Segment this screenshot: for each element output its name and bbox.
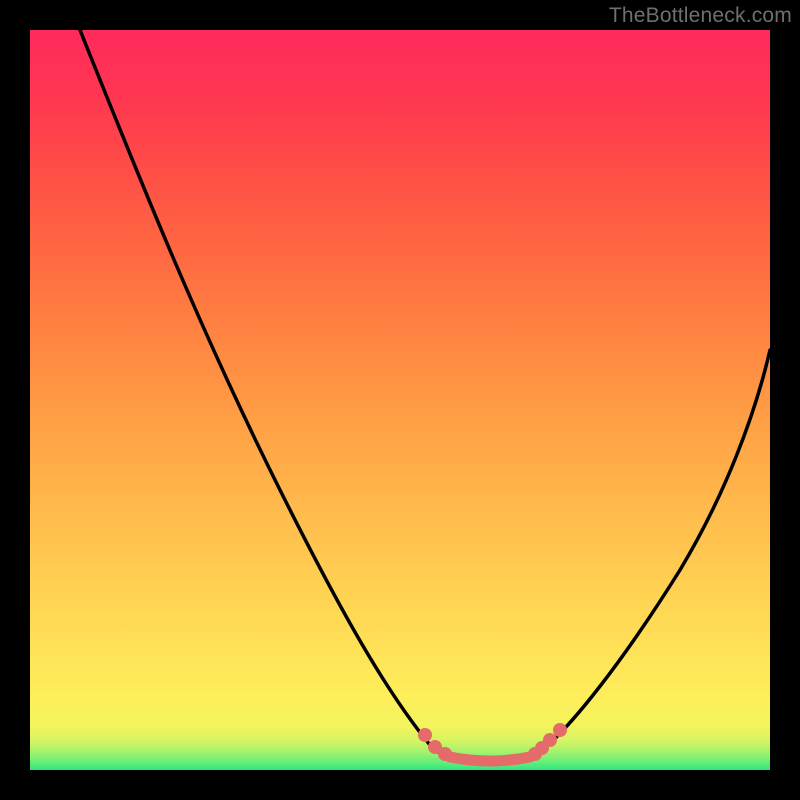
curve-layer (30, 30, 770, 770)
marker-dot (438, 747, 452, 761)
plot-area (30, 30, 770, 770)
marker-dot (543, 733, 557, 747)
watermark-text: TheBottleneck.com (609, 4, 792, 28)
marker-dot (553, 723, 567, 737)
valley-highlight (450, 757, 530, 761)
marker-dot (418, 728, 432, 742)
chart-frame: TheBottleneck.com (0, 0, 800, 800)
right-branch-path (535, 350, 770, 756)
left-branch-path (80, 30, 442, 755)
